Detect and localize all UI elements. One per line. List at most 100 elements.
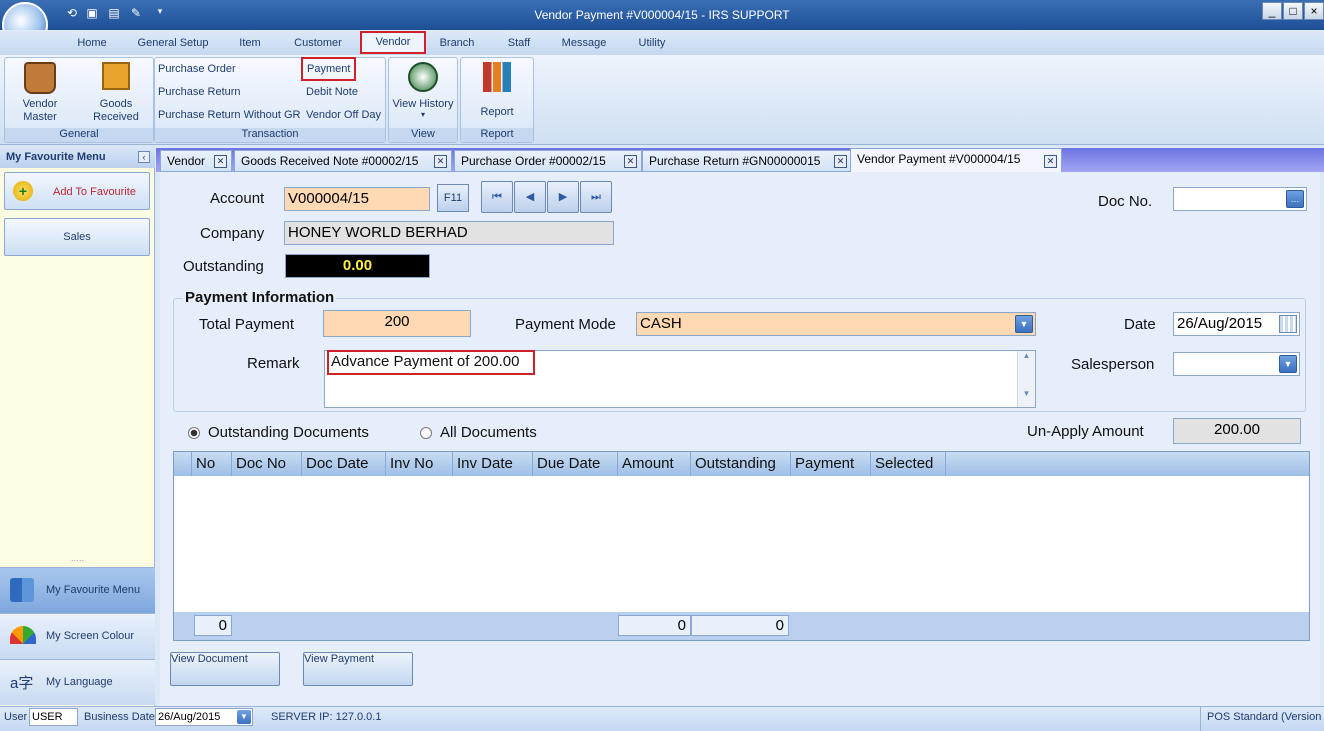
close-tab-icon[interactable]: ✕: [624, 155, 637, 168]
panel-splitter[interactable]: ·····: [0, 557, 155, 566]
purchase-order-link[interactable]: Purchase Order: [158, 63, 236, 75]
favourite-menu-title: My Favourite Menu: [6, 151, 106, 163]
ellipsis-icon[interactable]: …: [1286, 190, 1304, 208]
column-header[interactable]: Inv No: [386, 452, 453, 476]
footer-outstanding-total: 0: [618, 615, 691, 636]
menu-item[interactable]: Item: [232, 34, 268, 52]
chevron-down-icon[interactable]: ▼: [1015, 315, 1033, 333]
menu-general-setup[interactable]: General Setup: [132, 34, 214, 52]
company-field: HONEY WORLD BERHAD: [284, 221, 614, 245]
column-header[interactable]: Due Date: [533, 452, 618, 476]
close-tab-icon[interactable]: ✕: [214, 155, 227, 168]
favourite-menu-header: My Favourite Menu: [0, 146, 155, 168]
outstanding-documents-label[interactable]: Outstanding Documents: [208, 424, 369, 441]
refresh-icon[interactable]: ⟲: [64, 6, 80, 22]
tab-purchase-return[interactable]: Purchase Return #GN00000015 ✕: [642, 150, 852, 172]
column-header[interactable]: Doc No: [232, 452, 302, 476]
doc-no-input[interactable]: …: [1173, 187, 1307, 211]
column-header[interactable]: Amount: [618, 452, 691, 476]
column-header[interactable]: Payment: [791, 452, 871, 476]
nav-my-screen-colour[interactable]: My Screen Colour: [0, 613, 155, 659]
column-header[interactable]: Inv Date: [453, 452, 533, 476]
previous-record-button[interactable]: ◀: [514, 181, 546, 213]
all-documents-label[interactable]: All Documents: [440, 424, 537, 441]
ribbon-group-label: View: [389, 128, 457, 142]
account-input[interactable]: V000004/15: [284, 187, 430, 211]
chevron-down-icon[interactable]: ▼: [237, 710, 251, 724]
f11-lookup-button[interactable]: F11: [437, 184, 469, 212]
close-tab-icon[interactable]: ✕: [1044, 155, 1057, 168]
sales-button[interactable]: Sales: [4, 218, 150, 256]
purchase-return-link[interactable]: Purchase Return: [158, 86, 241, 98]
add-to-favourite-button[interactable]: + Add To Favourite: [4, 172, 150, 210]
first-record-button[interactable]: ⏮: [481, 181, 513, 213]
chevron-down-icon: ▾: [420, 110, 425, 119]
payment-mode-select[interactable]: CASH ▼: [636, 312, 1036, 336]
tab-goods-received-note[interactable]: Goods Received Note #00002/15 ✕: [234, 150, 452, 172]
nav-my-language[interactable]: a字 My Language: [0, 659, 155, 705]
view-payment-button[interactable]: View Payment: [303, 652, 413, 686]
view-history-button[interactable]: View History ▾: [390, 60, 456, 126]
edit-icon[interactable]: ✎: [128, 6, 144, 22]
menu-staff[interactable]: Staff: [500, 34, 538, 52]
chevron-down-icon[interactable]: ▼: [1279, 355, 1297, 373]
collapse-panel-icon[interactable]: ‹: [138, 151, 150, 163]
menu-message[interactable]: Message: [556, 34, 612, 52]
business-date-select[interactable]: 26/Aug/2015 ▼: [155, 708, 253, 726]
payment-link[interactable]: Payment: [301, 57, 356, 81]
menu-utility[interactable]: Utility: [630, 34, 674, 52]
vendor-master-button[interactable]: Vendor Master: [6, 60, 74, 126]
ribbon-group-label: Transaction: [155, 128, 385, 142]
tab-vendor-payment[interactable]: Vendor Payment #V000004/15 ✕: [850, 148, 1062, 175]
tab-purchase-order[interactable]: Purchase Order #00002/15 ✕: [454, 150, 642, 172]
account-label: Account: [210, 190, 265, 207]
tab-vendor[interactable]: Vendor ✕: [160, 150, 232, 172]
report-label: Report: [480, 106, 514, 118]
salesperson-select[interactable]: ▼: [1173, 352, 1300, 376]
debit-note-link[interactable]: Debit Note: [306, 86, 358, 98]
menu-vendor[interactable]: Vendor: [360, 31, 426, 54]
menu-branch[interactable]: Branch: [434, 34, 480, 52]
menu-home[interactable]: Home: [72, 34, 112, 52]
column-header[interactable]: Outstanding: [691, 452, 791, 476]
vendor-master-icon: [24, 62, 56, 94]
minimize-button[interactable]: _: [1262, 2, 1282, 20]
add-favourite-star-icon: +: [13, 181, 33, 201]
remark-value[interactable]: Advance Payment of 200.00: [327, 350, 535, 375]
last-record-button[interactable]: ⏭: [580, 181, 612, 213]
scroll-up-icon[interactable]: ▲: [1018, 351, 1035, 367]
menu-customer[interactable]: Customer: [288, 34, 348, 52]
language-icon: a字: [10, 675, 34, 692]
version-info: POS Standard (Version 1: [1200, 706, 1324, 731]
purchase-return-without-gr-link[interactable]: Purchase Return Without GR: [158, 109, 300, 121]
ribbon-group-label: General: [5, 128, 153, 142]
all-documents-radio[interactable]: [420, 427, 432, 439]
vendor-off-day-link[interactable]: Vendor Off Day: [306, 109, 381, 121]
trash-icon[interactable]: ▤: [106, 6, 122, 22]
maximize-button[interactable]: □: [1283, 2, 1303, 20]
close-tab-icon[interactable]: ✕: [434, 155, 447, 168]
documents-grid[interactable]: No Doc No Doc Date Inv No Inv Date Due D…: [173, 451, 1310, 641]
outstanding-documents-radio[interactable]: [188, 427, 200, 439]
tab-label: Vendor: [167, 154, 206, 168]
calendar-icon[interactable]: [1279, 315, 1297, 333]
customize-dropdown-icon[interactable]: ▾: [152, 6, 168, 22]
nav-my-favourite-menu[interactable]: My Favourite Menu: [0, 567, 155, 613]
save-icon[interactable]: ▣: [84, 6, 100, 22]
scroll-down-icon[interactable]: ▼: [1018, 389, 1035, 405]
column-header[interactable]: Selected: [871, 452, 946, 476]
total-payment-input[interactable]: 200: [323, 310, 471, 337]
report-button[interactable]: Report: [462, 60, 532, 126]
payment-mode-label: Payment Mode: [515, 316, 616, 333]
column-header[interactable]: Doc Date: [302, 452, 386, 476]
remark-scrollbar[interactable]: ▲ ▼: [1017, 351, 1035, 407]
close-tab-icon[interactable]: ✕: [834, 155, 847, 168]
view-document-button[interactable]: View Document: [170, 652, 280, 686]
next-record-button[interactable]: ▶: [547, 181, 579, 213]
payment-info-title: Payment Information: [183, 289, 337, 306]
goods-received-button[interactable]: Goods Received: [80, 60, 152, 126]
close-button[interactable]: ×: [1304, 2, 1324, 20]
date-input[interactable]: 26/Aug/2015: [1173, 312, 1300, 336]
outstanding-label: Outstanding: [183, 258, 264, 275]
column-header[interactable]: No: [192, 452, 232, 476]
